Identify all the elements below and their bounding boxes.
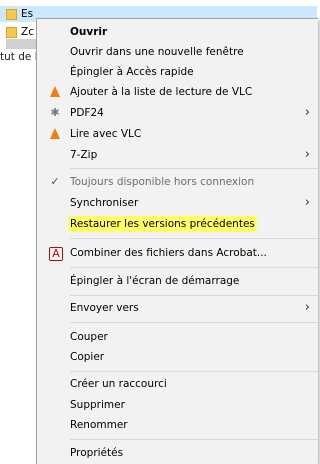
- pdf24-icon: ✱: [50, 106, 60, 119]
- folder-icon: [6, 26, 17, 38]
- submenu-arrow-icon: ›: [304, 105, 310, 120]
- menu-item-7zip[interactable]: 7-Zip ›: [37, 145, 318, 165]
- menu-item-always-offline[interactable]: ✓ Toujours disponible hors connexion: [37, 172, 318, 192]
- menu-item-send-to[interactable]: Envoyer vers ›: [37, 298, 318, 318]
- vlc-cone-icon: [49, 128, 61, 140]
- file-row-label: Es: [21, 8, 34, 20]
- menu-item-open[interactable]: Ouvrir: [37, 22, 318, 42]
- menu-item-label: Lire avec VLC: [70, 128, 142, 140]
- menu-item-label: Ouvrir: [70, 26, 108, 38]
- menu-item-label: Envoyer vers: [70, 302, 139, 314]
- menu-item-label: Épingler à Accès rapide: [70, 66, 194, 78]
- file-row-selected[interactable]: Es: [6, 6, 33, 22]
- menu-item-restore-previous-versions[interactable]: Restaurer les versions précédentes: [37, 214, 318, 234]
- menu-item-label: Épingler à l'écran de démarrage: [70, 275, 240, 287]
- menu-item-label: Ajouter à la liste de lecture de VLC: [70, 86, 253, 98]
- menu-separator: [70, 322, 318, 323]
- folder-icon: [6, 8, 17, 20]
- menu-item-label: Propriétés: [70, 447, 124, 459]
- menu-item-pdf24[interactable]: ✱ PDF24 ›: [37, 103, 318, 123]
- status-text: tut de l: [0, 51, 38, 63]
- file-row-label: Zc: [21, 26, 34, 38]
- menu-item-rename[interactable]: Renommer: [37, 415, 318, 435]
- menu-item-properties[interactable]: Propriétés: [37, 443, 318, 463]
- menu-item-combine-acrobat[interactable]: A Combiner des fichiers dans Acrobat...: [37, 243, 318, 263]
- menu-item-cut[interactable]: Couper: [37, 327, 318, 347]
- menu-item-label: Créer un raccourci: [70, 378, 167, 390]
- menu-separator: [70, 371, 318, 372]
- check-icon: ✓: [50, 175, 60, 188]
- menu-item-delete[interactable]: Supprimer: [37, 395, 318, 415]
- acrobat-icon: A: [49, 247, 63, 261]
- menu-item-label: Renommer: [70, 419, 128, 431]
- menu-item-pin-quick-access[interactable]: Épingler à Accès rapide: [37, 62, 318, 82]
- menu-item-add-vlc-playlist[interactable]: Ajouter à la liste de lecture de VLC: [37, 82, 318, 102]
- menu-separator: [70, 238, 318, 239]
- menu-item-label: Supprimer: [70, 399, 125, 411]
- menu-item-label: Couper: [70, 331, 108, 343]
- context-menu: Ouvrir Ouvrir dans une nouvelle fenêtre …: [36, 18, 318, 464]
- menu-separator: [70, 439, 318, 440]
- menu-item-label: Combiner des fichiers dans Acrobat...: [70, 247, 267, 259]
- menu-separator: [70, 295, 318, 296]
- vlc-cone-icon: [49, 86, 61, 98]
- menu-item-copy[interactable]: Copier: [37, 347, 318, 367]
- submenu-arrow-icon: ›: [304, 195, 310, 210]
- menu-item-label: Toujours disponible hors connexion: [70, 176, 255, 188]
- menu-item-open-new-window[interactable]: Ouvrir dans une nouvelle fenêtre: [37, 42, 318, 62]
- menu-separator: [70, 168, 318, 169]
- submenu-arrow-icon: ›: [304, 300, 310, 315]
- menu-item-label: Synchroniser: [70, 197, 139, 209]
- menu-item-label: Ouvrir dans une nouvelle fenêtre: [70, 46, 244, 58]
- menu-item-label: 7-Zip: [70, 149, 98, 161]
- file-row[interactable]: Zc: [6, 24, 34, 40]
- submenu-arrow-icon: ›: [304, 147, 310, 162]
- menu-item-sync[interactable]: Synchroniser ›: [37, 193, 318, 213]
- menu-separator: [70, 267, 318, 268]
- menu-item-label: Restaurer les versions précédentes: [68, 216, 257, 232]
- menu-item-play-vlc[interactable]: Lire avec VLC: [37, 124, 318, 144]
- menu-item-create-shortcut[interactable]: Créer un raccourci: [37, 374, 318, 394]
- menu-item-label: PDF24: [70, 107, 104, 119]
- menu-item-pin-start[interactable]: Épingler à l'écran de démarrage: [37, 271, 318, 291]
- menu-item-label: Copier: [70, 351, 105, 363]
